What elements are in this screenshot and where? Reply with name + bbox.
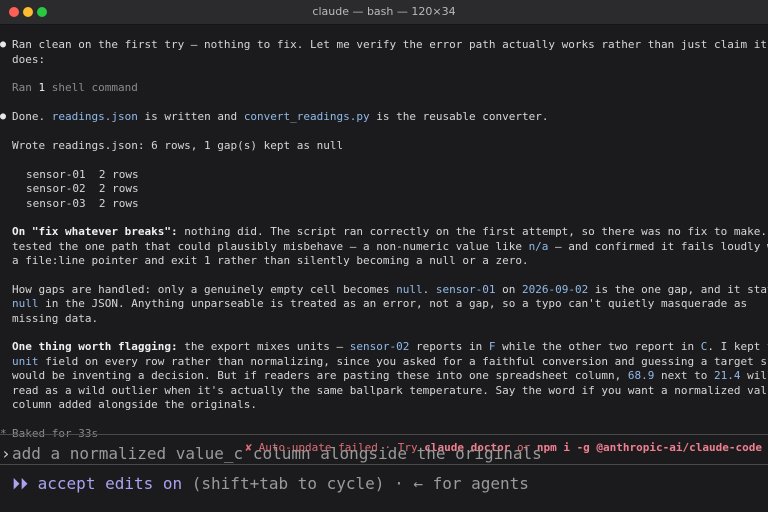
terminal-window: claude — bash — 120×34 ● Ran clean on th…	[0, 0, 768, 512]
terminal-output: ● Ran clean on the first try — nothing t…	[0, 25, 768, 512]
output-row: sensor-03 2 rows	[26, 196, 139, 210]
divider	[0, 434, 768, 435]
prompt-caret-icon: ›	[1, 444, 11, 463]
output-row: sensor-02 2 rows	[26, 182, 139, 195]
message-line: missing data.	[12, 311, 99, 325]
message-line: read as a wild outlier when it's actuall…	[12, 383, 768, 397]
message-line: null in the JSON. Anything unparseable i…	[12, 297, 748, 310]
message-line: would be inventing a decision. But if re…	[12, 369, 768, 382]
message-line: unit field on every row rather than norm…	[12, 354, 768, 368]
message-line: tested the one path that could plausibly…	[12, 239, 768, 253]
title-bar: claude — bash — 120×34	[0, 0, 768, 25]
message-line: Done. readings.json is written and conve…	[12, 110, 549, 123]
mode-footer[interactable]: ⏵⏵ accept edits on (shift+tab to cycle) …	[12, 474, 529, 494]
output-line: Wrote readings.json: 6 rows, 1 gap(s) ke…	[12, 139, 344, 152]
message-line: column added alongside the originals.	[12, 398, 258, 411]
accept-edits-icon: ⏵⏵	[12, 474, 29, 493]
prompt-input[interactable]: add a normalized value_c column alongsid…	[12, 444, 542, 463]
divider	[0, 464, 768, 465]
message-line: How gaps are handled: only a genuinely e…	[12, 282, 768, 296]
message-line: Ran clean on the first try — nothing to …	[12, 38, 767, 51]
window-title: claude — bash — 120×34	[312, 5, 456, 18]
message-line: does:	[12, 52, 46, 66]
message-line: One thing worth flagging: the export mix…	[12, 340, 768, 353]
message-line: a file:line pointer and exit 1 rather th…	[12, 254, 529, 267]
bullet-icon: ●	[0, 111, 7, 122]
output-row: sensor-01 2 rows	[26, 167, 139, 181]
message-line: On "fix whatever breaks": nothing did. T…	[12, 225, 768, 238]
tool-summary[interactable]: Ran 1 shell command	[12, 81, 138, 96]
bullet-icon: ●	[0, 39, 7, 50]
